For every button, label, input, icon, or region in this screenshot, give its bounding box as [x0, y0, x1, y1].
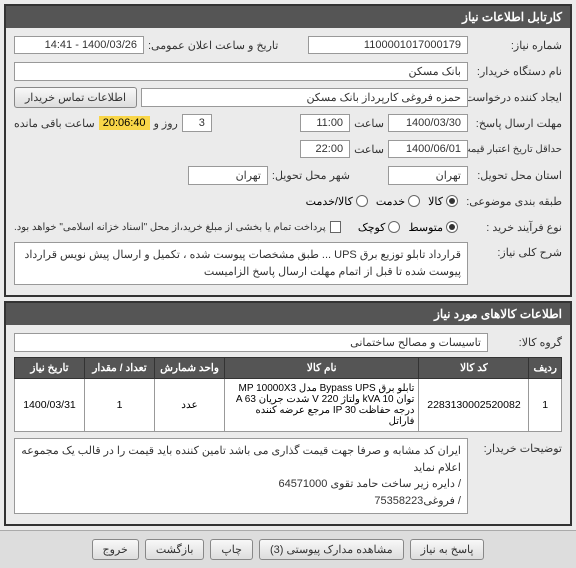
cell-qty: 1 — [85, 379, 155, 432]
province-value: تهران — [388, 166, 468, 185]
pub-date-label: تاریخ و ساعت اعلان عمومی: — [148, 39, 278, 52]
city-label: شهر محل تحویل: — [272, 169, 350, 182]
radio-goods-label: کالا — [428, 195, 443, 208]
buyer-notes-text: ایران کد مشابه و صرفا جهت قیمت گذاری می … — [14, 438, 468, 514]
deadline-date-value: 1400/03/30 — [388, 114, 468, 132]
valid-date-value: 1400/06/01 — [388, 140, 468, 158]
req-num-label: شماره نیاز: — [472, 39, 562, 52]
radio-service-label: خدمت — [376, 195, 405, 208]
goods-group-value: تاسیسات و مصالح ساختمانی — [14, 333, 488, 352]
th-idx: ردیف — [529, 358, 562, 379]
cell-unit: عدد — [155, 379, 225, 432]
table-row[interactable]: 1 2283130002520082 تابلو برق Bypass UPS … — [15, 379, 562, 432]
process-radio-group: متوسط کوچک — [358, 221, 458, 234]
panel-header-requirement-info: کارتابل اطلاعات نیاز — [6, 6, 570, 28]
min-valid-label: حداقل تاریخ اعتبار قیمت: — [472, 144, 562, 155]
payment-note-label: پرداخت تمام یا بخشی از مبلغ خرید،از محل … — [14, 222, 326, 233]
footer-buttons: پاسخ به نیاز مشاهده مدارک پیوستی (3) چاپ… — [0, 530, 576, 568]
th-unit: واحد شمارش — [155, 358, 225, 379]
grouping-label: طبقه بندی موضوعی: — [462, 195, 562, 208]
radio-small[interactable]: کوچک — [358, 221, 401, 234]
goods-group-label: گروه کالا: — [492, 336, 562, 349]
radio-small-label: کوچک — [358, 221, 386, 234]
th-code: کد کالا — [419, 358, 529, 379]
radio-medium-label: متوسط — [408, 221, 443, 234]
radio-dot-icon — [446, 195, 458, 207]
buyer-notes-label: توضیحات خریدار: — [472, 438, 562, 455]
city-value: تهران — [188, 166, 268, 185]
th-qty: تعداد / مقدار — [85, 358, 155, 379]
th-name: نام کالا — [225, 358, 419, 379]
desc-label: شرح کلی نیاز: — [472, 242, 562, 259]
desc-text: قرارداد تابلو توزیع برق UPS ... طبق مشخص… — [14, 242, 468, 285]
radio-dot-icon — [356, 195, 368, 207]
hours-remaining-label: ساعت باقی مانده — [14, 117, 95, 130]
radio-dot-icon — [408, 195, 420, 207]
grouping-radio-group: کالا خدمت کالا/خدمت — [306, 195, 458, 208]
creator-label: ایجاد کننده درخواست: — [472, 91, 562, 104]
radio-dot-icon — [388, 221, 400, 233]
treasury-checkbox[interactable] — [330, 221, 341, 233]
radio-dot-icon — [446, 221, 458, 233]
day-and-label: روز و — [154, 117, 178, 130]
radio-service[interactable]: خدمت — [376, 195, 420, 208]
time-label-1: ساعت — [354, 117, 384, 130]
deadline-time-value: 11:00 — [300, 114, 350, 132]
creator-value: حمزه فروغی کارپرداز بانک مسکن — [141, 88, 468, 107]
province-label: استان محل تحویل: — [472, 169, 562, 182]
radio-both-label: کالا/خدمت — [306, 195, 353, 208]
valid-time-value: 22:00 — [300, 140, 350, 158]
radio-goods[interactable]: کالا — [428, 195, 458, 208]
th-date: تاریخ نیاز — [15, 358, 85, 379]
process-label: نوع فرآیند خرید : — [462, 221, 562, 234]
goods-table: ردیف کد کالا نام کالا واحد شمارش تعداد /… — [14, 357, 562, 432]
buyer-org-label: نام دستگاه خریدار: — [472, 65, 562, 78]
cell-date: 1400/03/31 — [15, 379, 85, 432]
buyer-org-value: بانک مسکن — [14, 62, 468, 81]
countdown-value: 20:06:40 — [99, 116, 150, 130]
time-label-2: ساعت — [354, 143, 384, 156]
req-num-value: 1100001017000179 — [308, 36, 468, 54]
cell-code: 2283130002520082 — [419, 379, 529, 432]
days-left-value: 3 — [182, 114, 212, 132]
cell-idx: 1 — [529, 379, 562, 432]
deadline-label: مهلت ارسال پاسخ: — [472, 117, 562, 130]
radio-medium[interactable]: متوسط — [408, 221, 458, 234]
radio-both[interactable]: کالا/خدمت — [306, 195, 368, 208]
pub-date-value: 1400/03/26 - 14:41 — [14, 36, 144, 54]
contact-info-button[interactable]: اطلاعات تماس خریدار — [14, 87, 137, 108]
panel-header-goods-info: اطلاعات کالاهای مورد نیاز — [6, 303, 570, 325]
cell-name: تابلو برق Bypass UPS مدل MP 10000X3 توان… — [225, 379, 419, 432]
